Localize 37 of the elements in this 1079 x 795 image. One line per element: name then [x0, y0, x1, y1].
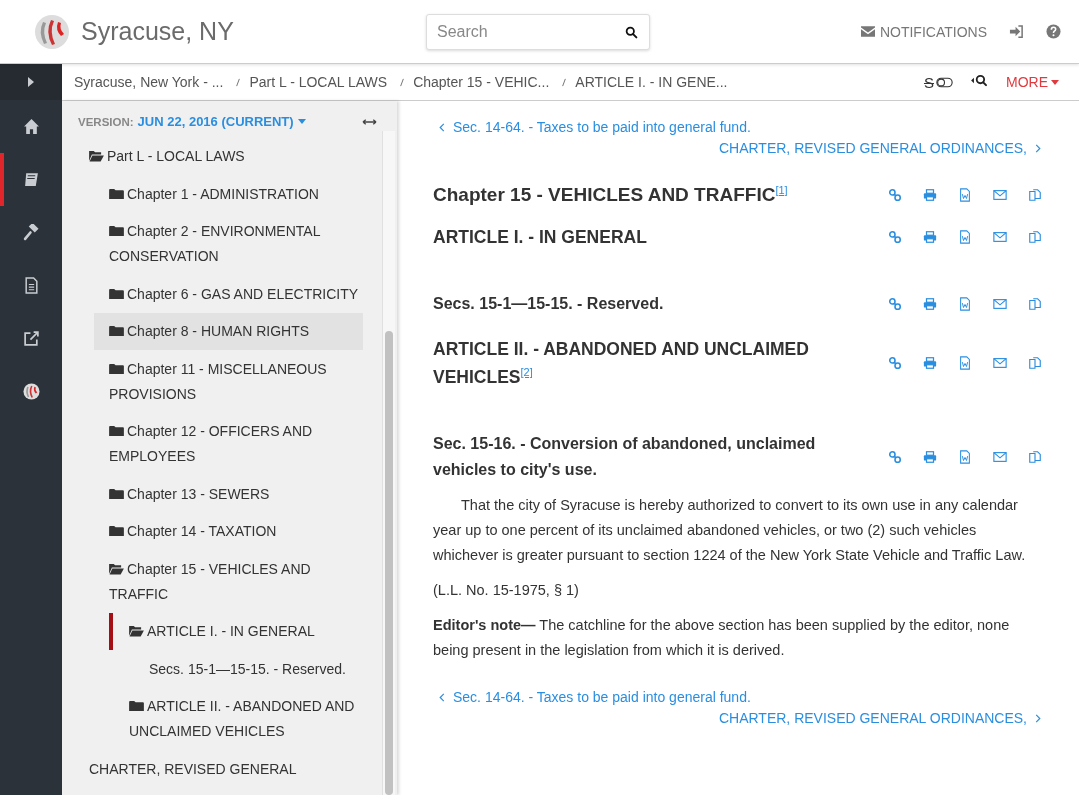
tree-item[interactable]: Chapter 13 - SEWERS — [109, 475, 363, 513]
tree-item[interactable]: Chapter 1 - ADMINISTRATION — [109, 175, 363, 213]
tree-item[interactable]: ARTICLE II. - ABANDONED AND UNCLAIMED VEHICLES — [129, 688, 363, 750]
breadcrumb-link[interactable]: ARTICLE I. - IN GENE... — [575, 74, 728, 90]
tree-item[interactable]: Chapter 14 - TAXATION — [109, 513, 363, 550]
tree-item[interactable]: ARTICLE I. - IN GENERAL — [109, 613, 363, 650]
tree-item[interactable]: Part L - LOCAL LAWS — [89, 138, 363, 175]
section-heading: Sec. 15-16. - Conversion of abandoned, unclaimed vehicles to city's use. — [433, 434, 817, 480]
more-menu-button[interactable]: MORE — [1006, 74, 1059, 90]
section-heading: Secs. 15-1—15-15. - Reserved. — [433, 294, 665, 314]
previous-link[interactable]: Sec. 14-64. - Taxes to be paid into general fund. — [433, 689, 1045, 705]
section-heading: ARTICLE I. - IN GENERAL — [433, 226, 648, 249]
paragraph: (L.L. No. 15-1975, § 1) — [433, 581, 580, 600]
tree-item[interactable]: Chapter 6 - GAS AND ELECTRICITY — [109, 275, 363, 313]
search-field[interactable]: Search — [426, 13, 650, 50]
tree-item[interactable]: CHARTER, REVISED GENERAL — [89, 750, 363, 788]
tree-item[interactable]: Chapter 12 - OFFICERS AND EMPLOYEES — [109, 413, 363, 475]
tree-item[interactable]: Chapter 8 - HUMAN RIGHTS — [94, 313, 363, 350]
section-heading: ARTICLE II. - ABANDONED AND UNCLAIMED VEHICLES$^{[2]}$ — [433, 338, 810, 389]
version-label: VERSION: — [78, 115, 134, 128]
tree-item[interactable]: Secs. 15-1—15-15. - Reserved. — [149, 650, 373, 688]
notifications-link[interactable]: NOTIFICATIONS — [860, 23, 987, 40]
footnote-link[interactable]: [1] — [775, 184, 788, 196]
previous-link[interactable]: Sec. 14-64. - Taxes to be paid into general fund. — [433, 119, 1045, 135]
tree-item[interactable]: Chapter 11 - MISCELLANEOUS PROVISIONS — [109, 350, 363, 413]
breadcrumb-link[interactable]: Part L - LOCAL LAWS — [249, 74, 388, 90]
footnote-link[interactable]: [2] — [520, 366, 533, 378]
breadcrumb-link[interactable]: Chapter 15 - VEHIC... — [413, 74, 550, 90]
breadcrumb-link[interactable]: Syracuse, New York - ... — [74, 74, 224, 90]
compare-toggle[interactable]: S — [924, 73, 953, 91]
site-title: Syracuse, NY — [81, 17, 234, 46]
section-heading: Chapter 15 - VEHICLES AND TRAFFIC$^{[1]}$ — [433, 183, 789, 207]
tree-item[interactable]: Chapter 2 - ENVIRONMENTAL CONSERVATION — [109, 213, 363, 275]
tree-item[interactable]: Chapter 15 - VEHICLES AND TRAFFIC — [109, 550, 363, 613]
strikethrough-icon: S — [924, 73, 934, 91]
paragraph: That the city of Syracuse is hereby authorized to convert to its own use in any calendar year up to one percent of its unclaimed abandoned vehicles, or two (2) such vehicles whichever is greater pursuant to section 1224 of the New York State Vehicle and Traffic Law. — [433, 496, 1027, 565]
paragraph: Editor's note— The catchline for the above section has been supplied by the editor, none being present in the legislation from which it is derived. — [433, 616, 1011, 660]
